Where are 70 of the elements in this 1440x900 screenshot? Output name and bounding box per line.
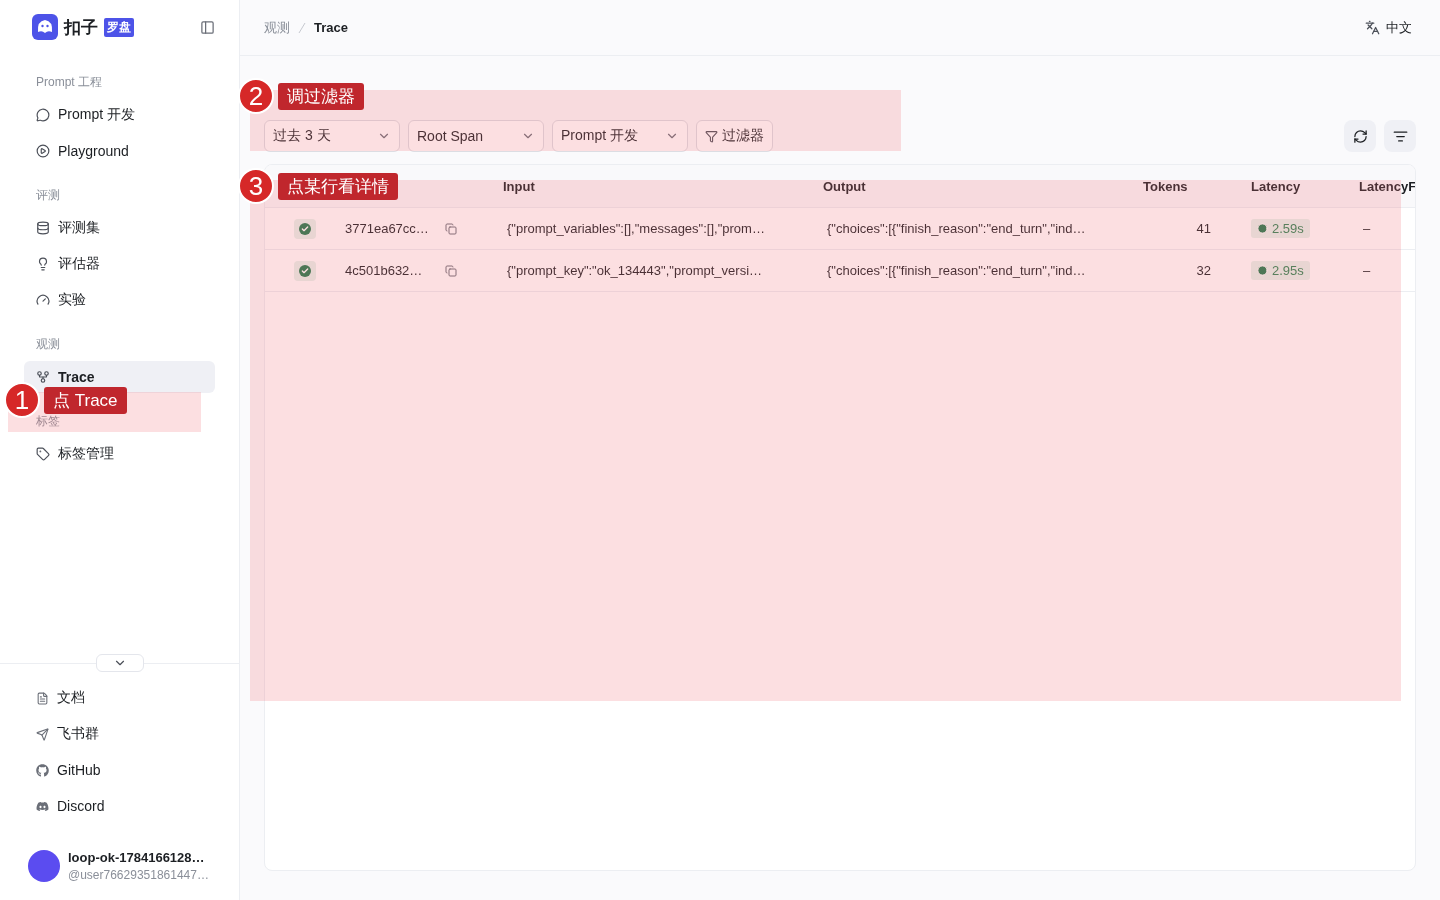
footer-link[interactable]: 飞书群 xyxy=(24,718,215,750)
table-row[interactable]: 4c501b632… {"prompt_key":"ok_134443","prompt_versi… {"choices":[{"finish_reason":"end_turn","ind… 32 2.95s – xyxy=(265,250,1415,292)
step-tooltip: 点某行看详情 xyxy=(278,172,398,200)
step-tooltip: 调过滤器 xyxy=(278,82,364,110)
column-settings-button[interactable] xyxy=(1384,120,1416,152)
paper-plane-icon xyxy=(36,727,49,741)
funnel-icon xyxy=(705,129,718,143)
branch-icon xyxy=(36,370,50,384)
sidebar-toggle-icon[interactable] xyxy=(200,19,215,35)
nav-item[interactable]: Trace xyxy=(24,361,215,393)
trace-id: 3771ea67cc… xyxy=(345,221,429,236)
user-avatar[interactable] xyxy=(28,850,60,882)
step-number: 2 xyxy=(238,78,274,114)
table-row[interactable]: 3771ea67cc… {"prompt_variables":[],"messages":[],"prom… {"choices":[{"finish_reason":"end_turn","ind… 41 2.59s – xyxy=(265,208,1415,250)
column-header: Output xyxy=(823,178,867,194)
logo-text: 扣子 xyxy=(64,16,98,39)
github-icon xyxy=(36,763,49,777)
output-cell-text: {"choices":[{"finish_reason":"end_turn","ind… xyxy=(826,221,1087,236)
nav-item[interactable]: 评估器 xyxy=(24,248,215,280)
column-header: Tokens xyxy=(1143,178,1189,194)
nav-section-heading: Prompt 工程 xyxy=(35,74,103,91)
gauge-icon xyxy=(36,293,50,307)
input-cell-text: {"prompt_key":"ok_134443","prompt_versi… xyxy=(506,263,764,278)
tokens-cell-text: 32 xyxy=(1195,263,1212,278)
breadcrumb-separator-icon xyxy=(298,21,306,34)
discord-icon xyxy=(36,799,49,813)
language-button[interactable]: 中文 xyxy=(1365,18,1412,37)
footer-link[interactable]: GitHub xyxy=(24,754,215,786)
refresh-button[interactable] xyxy=(1344,120,1376,152)
breadcrumb-item: Trace xyxy=(314,20,348,35)
list-settings-icon xyxy=(1392,128,1408,144)
column-header: Latency xyxy=(1251,178,1302,194)
latency-tag: 2.59s xyxy=(1251,219,1310,238)
filter-select[interactable]: Prompt 开发 xyxy=(552,120,688,152)
latency-first-cell-text: – xyxy=(1362,263,1372,278)
clock-icon xyxy=(1257,223,1268,234)
logo-icon xyxy=(32,14,58,40)
trace-id: 4c501b632… xyxy=(345,263,423,278)
step-tooltip: 点 Trace xyxy=(44,386,127,414)
user-handle: @user76629351861447… xyxy=(68,868,209,882)
footer-link[interactable]: 文档 xyxy=(24,682,215,714)
chat-icon xyxy=(36,108,50,122)
lightbulb-icon xyxy=(36,257,50,271)
filter-select[interactable]: 过去 3 天 xyxy=(264,120,400,152)
tokens-cell-text: 41 xyxy=(1195,221,1212,236)
latency-first-cell-text: – xyxy=(1362,221,1372,236)
nav-section-heading: 评测 xyxy=(35,187,61,204)
column-header: Input xyxy=(503,178,536,194)
tag-icon xyxy=(36,447,50,461)
nav-item[interactable]: Prompt 开发 xyxy=(24,99,215,131)
filter-select[interactable]: Root Span xyxy=(408,120,544,152)
nav-item[interactable]: 实验 xyxy=(24,284,215,316)
latency-tag: 2.95s xyxy=(1251,261,1310,280)
column-header: LatencyF xyxy=(1359,178,1415,194)
nav-item[interactable]: 评测集 xyxy=(24,212,215,244)
filter-button[interactable]: 过滤器 xyxy=(696,120,773,152)
output-cell-text: {"choices":[{"finish_reason":"end_turn","ind… xyxy=(826,263,1087,278)
database-icon xyxy=(36,221,50,235)
document-icon xyxy=(36,691,49,705)
footer-link[interactable]: Discord xyxy=(24,790,215,822)
clock-icon xyxy=(1257,265,1268,276)
refresh-icon xyxy=(1352,128,1368,144)
nav-item[interactable]: 标签管理 xyxy=(24,438,215,470)
user-name: loop-ok-1784166128… xyxy=(68,850,206,865)
play-icon xyxy=(36,144,50,158)
nav-section-heading: 观测 xyxy=(35,336,61,353)
nav-item[interactable]: Playground xyxy=(24,135,215,167)
logo-badge: 罗盘 xyxy=(104,17,134,37)
input-cell-text: {"prompt_variables":[],"messages":[],"prom… xyxy=(506,221,766,236)
translate-icon xyxy=(1365,20,1380,35)
